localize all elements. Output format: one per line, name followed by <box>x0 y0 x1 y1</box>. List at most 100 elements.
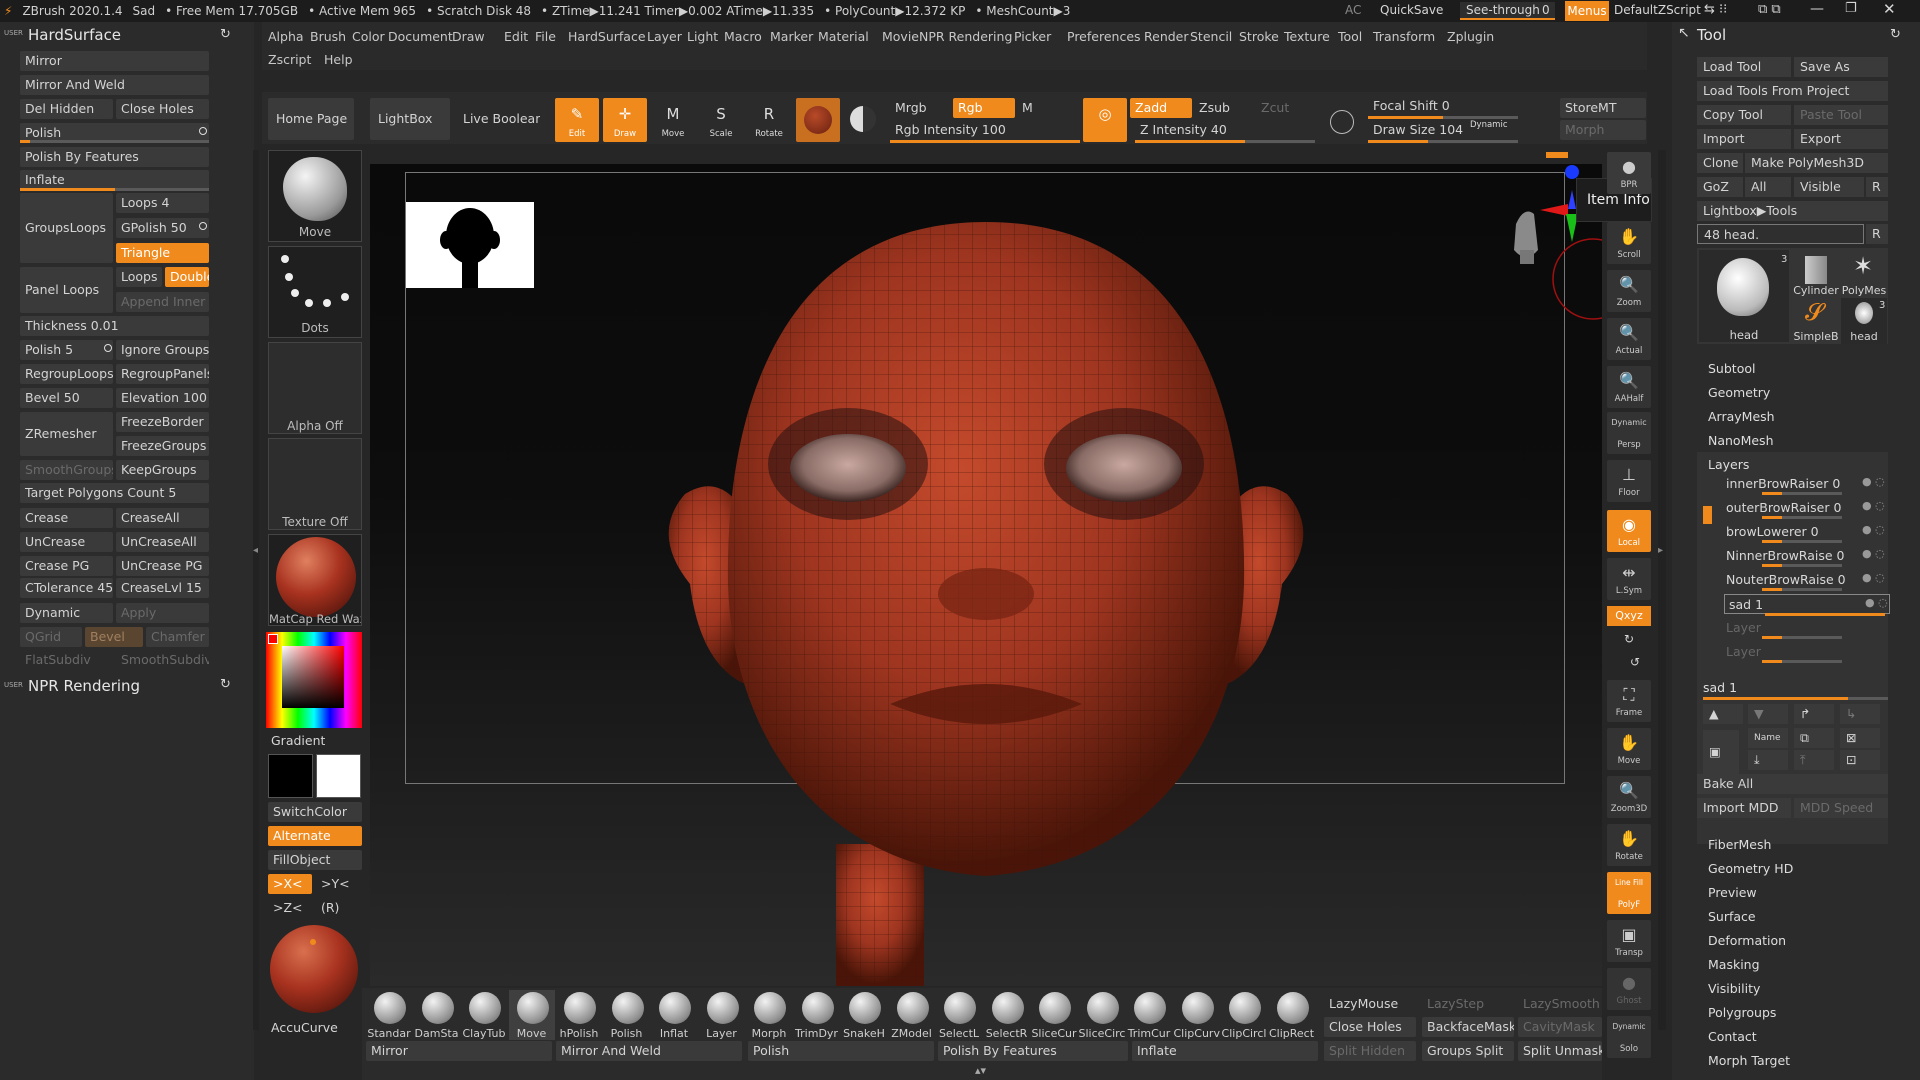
section-deformation[interactable]: Deformation <box>1708 933 1786 948</box>
polish-features-button[interactable]: Polish By Features <box>20 147 209 167</box>
layer-strength-bar[interactable] <box>1762 588 1842 591</box>
crease-pg-button[interactable]: Crease PG <box>20 556 113 576</box>
section-preview[interactable]: Preview <box>1708 885 1757 900</box>
clone-button[interactable]: Clone <box>1697 153 1743 173</box>
loops-slider[interactable]: Loops 4 <box>116 193 209 213</box>
dynamic-button[interactable]: Dynamic <box>20 603 113 623</box>
menu-zplugin[interactable]: Zplugin <box>1447 29 1494 44</box>
npr-refresh-icon[interactable]: ↻ <box>220 677 231 692</box>
brush-slicecirc[interactable]: SliceCirc <box>1079 990 1125 1040</box>
layer-name-button[interactable]: Name <box>1748 728 1788 748</box>
ignore-groups-button[interactable]: Ignore Groups <box>116 340 209 360</box>
sym-y-button[interactable]: >Y< <box>316 874 360 894</box>
tool-refresh-icon[interactable]: ↻ <box>1890 27 1901 42</box>
rotate-z-icon[interactable]: ↺ <box>1630 655 1640 669</box>
rgb-intensity-slider[interactable]: Rgb Intensity 100 <box>890 120 1070 140</box>
layer-row[interactable]: NinnerBrowRaise 0 ● ◌ <box>1722 546 1892 567</box>
frame-button[interactable]: ⛶ Frame <box>1607 680 1651 722</box>
ghost-button[interactable]: ● Ghost <box>1607 968 1651 1010</box>
lightbox-button[interactable]: LightBox <box>370 98 450 140</box>
layer-strength-bar[interactable] <box>1762 564 1842 567</box>
smooth-groups-button[interactable]: SmoothGroups <box>20 460 113 480</box>
zoom3d-button[interactable]: 🔍 Zoom3D <box>1607 776 1651 818</box>
hardsurface-title[interactable]: HardSurface <box>28 26 121 44</box>
move-view-button[interactable]: ✋ Move <box>1607 728 1651 770</box>
rotate-view-button[interactable]: ✋ Rotate <box>1607 824 1651 866</box>
brush-layer[interactable]: Layer <box>699 990 745 1040</box>
section-surface[interactable]: Surface <box>1708 909 1756 924</box>
layer-visibility-icon[interactable]: ● ◌ <box>1862 475 1885 488</box>
make-polymesh-button[interactable]: Make PolyMesh3D <box>1745 153 1888 173</box>
layer-down-icon[interactable]: ▼ <box>1748 704 1788 724</box>
brush-trimcur[interactable]: TrimCur <box>1126 990 1172 1040</box>
load-tool-button[interactable]: Load Tool <box>1697 57 1791 77</box>
goz-all-button[interactable]: All <box>1745 177 1791 197</box>
layer-merge-icon[interactable]: ↳ <box>1840 704 1880 724</box>
goz-r-button[interactable]: R <box>1866 177 1888 197</box>
main-color-swatch[interactable] <box>268 754 313 798</box>
chamfer-button[interactable]: Chamfer <box>146 627 209 647</box>
layout-arrows-icon[interactable]: ⇆ ⁝⁝ <box>1704 2 1727 17</box>
menu-light[interactable]: Light <box>687 29 718 44</box>
close-icon[interactable]: ✕ <box>1883 0 1896 18</box>
left-tray-collapse-icon[interactable]: ◂ <box>253 545 258 556</box>
draw-button[interactable]: ✛ Draw <box>603 98 647 142</box>
layer-visibility-icon[interactable]: ● ◌ <box>1862 547 1885 560</box>
crease-button[interactable]: Crease <box>20 508 113 528</box>
polymesh-tool-thumb[interactable]: ✶ PolyMes <box>1841 250 1887 297</box>
zcut-button[interactable]: Zcut <box>1256 98 1296 118</box>
lsym-button[interactable]: ⇹ L.Sym <box>1607 558 1651 600</box>
menu-transform[interactable]: Transform <box>1373 29 1435 44</box>
bottom-mirror-button[interactable]: Mirror <box>366 1041 552 1061</box>
layer-row[interactable]: innerBrowRaiser 0 ● ◌ <box>1722 474 1892 495</box>
storemt-button[interactable]: StoreMT <box>1560 98 1646 118</box>
texture-thumb[interactable]: Texture Off <box>268 438 362 530</box>
menu-alpha[interactable]: Alpha <box>268 29 304 44</box>
zremesher-button[interactable]: ZRemesher <box>20 412 113 456</box>
thickness-slider[interactable]: Thickness 0.01 <box>20 316 209 336</box>
alternate-button[interactable]: Alternate <box>268 826 362 846</box>
bpr-button[interactable]: ● BPR <box>1607 152 1651 194</box>
shelf-scroll-marker[interactable] <box>1546 152 1568 158</box>
polish5-toggle-icon[interactable] <box>104 344 112 352</box>
lazystep-slider[interactable]: LazyStep <box>1422 994 1518 1014</box>
rotate-mode-button[interactable]: R Rotate <box>747 98 791 142</box>
target-polygons-slider[interactable]: Target Polygons Count 5 <box>20 483 209 503</box>
focal-shift-slider[interactable]: Focal Shift 0 <box>1368 96 1508 116</box>
current-tool-r-button[interactable]: R <box>1866 224 1888 244</box>
bottom-polish-features-button[interactable]: Polish By Features <box>938 1041 1128 1061</box>
brush-thumb[interactable]: Move <box>268 150 362 242</box>
brush-move[interactable]: Move <box>508 990 555 1040</box>
brush-clipcurv[interactable]: ClipCurv <box>1174 990 1220 1040</box>
new-layer-icon[interactable]: ▣ <box>1703 730 1739 774</box>
split-hidden-button[interactable]: Split Hidden <box>1324 1041 1416 1061</box>
inflate-slider[interactable] <box>20 188 209 191</box>
split-unmasked-button[interactable]: Split Unmasked <box>1518 1041 1602 1061</box>
menu-tool[interactable]: Tool <box>1338 29 1362 44</box>
sym-z-button[interactable]: >Z< <box>268 898 312 918</box>
menu-render[interactable]: Render <box>1144 29 1189 44</box>
layer-record-icon[interactable]: ⊡ <box>1840 750 1880 770</box>
menu-hardsurface[interactable]: HardSurface <box>568 29 646 44</box>
brush-hpolish[interactable]: hPolish <box>556 990 602 1040</box>
groupsloops-button[interactable]: GroupsLoops <box>20 193 113 263</box>
brush-slicecur[interactable]: SliceCur <box>1031 990 1077 1040</box>
lazysmooth-slider[interactable]: LazySmooth <box>1518 994 1602 1014</box>
brush-snakeh[interactable]: SnakeH <box>841 990 887 1040</box>
regroup-loops-button[interactable]: RegroupLoops <box>20 364 113 384</box>
section-visibility[interactable]: Visibility <box>1708 981 1760 996</box>
layer-import-icon[interactable]: ⤓ <box>1748 750 1788 770</box>
mdd-speed-slider[interactable]: MDD Speed <box>1794 798 1888 818</box>
switchcolor-button[interactable]: SwitchColor <box>268 802 362 822</box>
layer-row[interactable]: NouterBrowRaise 0 ● ◌ <box>1722 570 1892 591</box>
close-holes-button[interactable]: Close Holes <box>116 99 209 119</box>
menu-macro[interactable]: Macro <box>724 29 762 44</box>
aahalf-button[interactable]: 🔍 AAHalf <box>1607 366 1651 408</box>
brush-damsta[interactable]: DamSta <box>414 990 460 1040</box>
sym-x-button[interactable]: >X< <box>268 874 312 894</box>
elevation-slider[interactable]: Elevation 100 <box>116 388 209 408</box>
uncrease-pg-button[interactable]: UnCrease PG <box>116 556 209 576</box>
document-canvas[interactable] <box>370 164 1602 986</box>
export-button[interactable]: Export <box>1794 129 1888 149</box>
menu-texture[interactable]: Texture <box>1284 29 1330 44</box>
